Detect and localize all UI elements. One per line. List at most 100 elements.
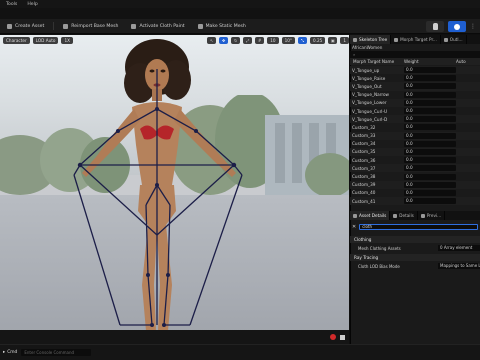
record-icon[interactable] — [330, 334, 336, 340]
activate-cloth-paint-button[interactable]: Activate Cloth Paint — [127, 21, 188, 31]
main-toolbar: Create Asset Reimport Base Mesh Activate… — [0, 19, 480, 34]
morph-weight-input[interactable]: 0.0 — [404, 116, 456, 123]
camera-speed-icon[interactable]: ▣ — [328, 36, 338, 44]
translate-tool-icon[interactable]: ✥ — [219, 36, 229, 44]
scale-tool-icon[interactable]: ⤢ — [243, 36, 253, 44]
tab-details[interactable]: Details — [390, 211, 418, 220]
asset-details-icon — [353, 213, 357, 218]
morph-row[interactable]: V_Tongue_Curl-U 0.0 — [350, 107, 480, 115]
morph-weight-input[interactable]: 0.0 — [404, 132, 456, 139]
rotate-tool-icon[interactable]: ↻ — [231, 36, 241, 44]
skeleton-mode-button[interactable] — [426, 21, 444, 32]
clear-search-icon[interactable]: ✕ — [352, 224, 356, 230]
morph-name: V_Tongue_Lower — [352, 100, 387, 106]
morph-row[interactable]: V_Tongue_Out 0.0 — [350, 82, 480, 91]
morph-search-input[interactable]: ⌕ — [350, 51, 480, 58]
morph-weight-input[interactable]: 0.0 — [404, 124, 456, 131]
morph-row[interactable]: Custom_32 0.0 — [350, 123, 480, 131]
view-mode-dropdown[interactable]: Character — [3, 36, 30, 44]
morph-weight-input[interactable]: 0.0 — [404, 157, 456, 164]
activate-cloth-label: Activate Cloth Paint — [139, 23, 185, 29]
morph-weight-input[interactable]: 0.0 — [404, 67, 456, 74]
morph-row[interactable]: Custom_40 0.0 — [350, 189, 480, 197]
morph-name: V_Tongue_up — [352, 67, 380, 73]
morph-weight-input[interactable]: 0.0 — [404, 83, 456, 90]
status-bar: ▸ Cmd Enter Console Command — [0, 344, 480, 360]
morph-weight-input[interactable]: 0.0 — [404, 148, 456, 155]
tab-outliner[interactable]: Outl... — [441, 35, 467, 44]
select-tool-icon[interactable]: ↖ — [207, 36, 217, 44]
morph-row[interactable]: Custom_34 0.0 — [350, 140, 480, 148]
morph-weight-input[interactable]: 0.0 — [404, 181, 456, 188]
morph-weight-input[interactable]: 0.0 — [404, 91, 456, 98]
menu-tools[interactable]: Tools — [6, 2, 17, 7]
mesh-mode-button[interactable] — [448, 21, 466, 32]
tab-morph-target-preview[interactable]: Morph Target Pr... — [391, 35, 441, 44]
morph-row[interactable]: Custom_37 0.0 — [350, 164, 480, 173]
make-static-mesh-button[interactable]: Make Static Mesh — [194, 21, 250, 31]
morph-row[interactable]: Custom_41 0.0 — [350, 197, 480, 206]
tab-details-label: Details — [399, 213, 414, 218]
morph-weight-input[interactable]: 0.0 — [404, 198, 456, 205]
outliner-icon — [443, 37, 448, 42]
column-morph-name[interactable]: Morph Target Name — [350, 58, 404, 65]
morph-row[interactable]: Custom_39 0.0 — [350, 180, 480, 189]
menu-bar: Tools Help — [0, 0, 480, 8]
section-clothing[interactable]: Clothing — [350, 236, 480, 243]
tab-asset-details[interactable]: Asset Details — [350, 211, 391, 220]
playback-speed-button[interactable]: 1X — [61, 36, 73, 44]
scale-snap-value[interactable]: 0.25 — [310, 36, 326, 44]
section-ray-tracing[interactable]: Ray Tracing — [350, 254, 480, 261]
morph-weight-input[interactable]: 0.0 — [404, 99, 456, 106]
column-weight[interactable]: Weight — [404, 58, 456, 65]
viewport[interactable] — [0, 35, 349, 344]
morph-row[interactable]: V_Tongue_Lower 0.0 — [350, 98, 480, 107]
grid-snap-icon[interactable]: # — [255, 36, 265, 44]
morph-weight-input[interactable]: 0.0 — [404, 140, 456, 147]
toolbar-mode-group: ⋮ — [426, 21, 476, 32]
morph-row[interactable]: Custom_35 0.0 — [350, 147, 480, 157]
lod-dropdown[interactable]: LOD Auto — [32, 36, 59, 44]
more-options-icon[interactable]: ⋮ — [470, 21, 476, 32]
morph-row[interactable]: Custom_36 0.0 — [350, 156, 480, 164]
document-tab-strip — [0, 8, 480, 19]
morph-row[interactable]: Custom_38 0.0 — [350, 172, 480, 180]
tab-asset-details-label: Asset Details — [359, 213, 387, 218]
character-model[interactable] — [0, 35, 349, 344]
morph-weight-input[interactable]: 0.0 — [404, 108, 456, 115]
column-auto[interactable]: Auto — [456, 58, 480, 65]
mesh-clothing-assets-row: Mesh Clothing Assets 0 Array element — [350, 244, 480, 252]
morph-weight-input[interactable]: 0.0 — [404, 189, 456, 196]
grid-size-value[interactable]: 10 — [267, 36, 279, 44]
tab-preview[interactable]: Previ... — [418, 211, 446, 220]
morph-name: V_Tongue_Out — [352, 83, 382, 89]
morph-row[interactable]: Custom_33 0.0 — [350, 131, 480, 140]
camera-speed-value[interactable]: 1 — [340, 36, 349, 44]
morph-row[interactable]: V_Tongue_up 0.0 — [350, 66, 480, 75]
reimport-base-mesh-button[interactable]: Reimport Base Mesh — [59, 21, 122, 31]
morph-weight-input[interactable]: 0.0 — [404, 173, 456, 180]
morph-weight-input[interactable]: 0.0 — [404, 165, 456, 172]
tab-skeleton-tree[interactable]: Skeleton Tree — [350, 35, 392, 44]
details-search-input[interactable]: cloth — [359, 223, 478, 230]
morph-target-list: V_Tongue_up 0.0 V_Tongue_Raise 0.0 V_Tongue_… — [350, 66, 480, 206]
morph-row[interactable]: V_Tongue_Narrow 0.0 — [350, 91, 480, 99]
console-input[interactable]: Enter Console Command — [21, 349, 92, 356]
create-asset-button[interactable]: Create Asset — [3, 21, 48, 31]
cloth-lod-bias-dropdown[interactable]: Mappings to Same LOD — [438, 263, 480, 269]
make-static-label: Make Static Mesh — [205, 23, 246, 29]
mesh-clothing-assets-value[interactable]: 0 Array element — [438, 245, 480, 251]
cmd-dropdown[interactable]: ▸ Cmd — [3, 350, 17, 355]
morph-name: Custom_40 — [352, 190, 376, 196]
menu-help[interactable]: Help — [27, 2, 37, 7]
scale-snap-icon[interactable]: ⤡ — [298, 36, 307, 44]
rotation-snap-value[interactable]: 10° — [281, 36, 295, 44]
morph-row[interactable]: V_Tongue_Raise 0.0 — [350, 74, 480, 82]
tab-skeleton-tree-label: Skeleton Tree — [359, 37, 388, 42]
morph-name: Custom_33 — [352, 133, 376, 139]
reimport-icon — [63, 23, 69, 29]
morph-row[interactable]: V_Tongue_Curl-D 0.0 — [350, 115, 480, 124]
stop-icon[interactable] — [340, 334, 345, 340]
morph-weight-input[interactable]: 0.0 — [404, 75, 456, 82]
asset-name: AfricanWomen — [352, 45, 383, 50]
